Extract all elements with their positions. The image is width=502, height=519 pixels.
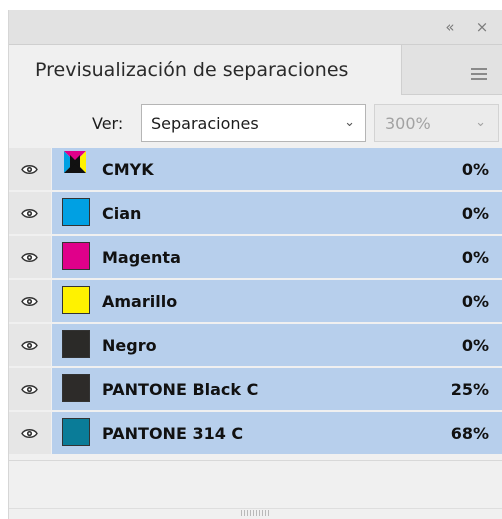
visibility-toggle[interactable] [9, 236, 51, 278]
eye-icon [21, 209, 38, 218]
list-footer-divider [9, 460, 502, 461]
visibility-toggle[interactable] [9, 192, 51, 234]
color-swatch [62, 242, 90, 270]
cmyk-swatch-icon [64, 151, 86, 173]
panel-tab[interactable]: Previsualización de separaciones [9, 45, 402, 95]
separation-row-body[interactable]: Negro 0% [52, 324, 502, 366]
list-item[interactable]: PANTONE 314 C 68% [9, 412, 502, 454]
separation-row-body[interactable]: Magenta 0% [52, 236, 502, 278]
tab-bar-filler [402, 45, 502, 95]
separation-row-body[interactable]: PANTONE Black C 25% [52, 368, 502, 410]
color-swatch [62, 418, 90, 446]
separation-name: Magenta [102, 248, 181, 267]
eye-icon [21, 341, 38, 350]
panel-bottom-divider [9, 508, 502, 509]
eye-icon [21, 385, 38, 394]
eye-icon [21, 253, 38, 262]
panel-title: Previsualización de separaciones [35, 59, 349, 81]
list-item[interactable]: Negro 0% [9, 324, 502, 366]
color-swatch [62, 330, 90, 358]
view-label: Ver: [92, 114, 124, 133]
eye-icon [21, 165, 38, 174]
color-swatch [62, 286, 90, 314]
color-swatch [62, 198, 90, 226]
view-select[interactable]: Separaciones ⌄ [141, 104, 366, 142]
close-icon[interactable]: × [471, 16, 493, 38]
zoom-value: 300% [385, 114, 431, 133]
separation-row-body[interactable]: Amarillo 0% [52, 280, 502, 322]
separation-percent: 68% [450, 424, 489, 443]
list-item[interactable]: Amarillo 0% [9, 280, 502, 322]
visibility-toggle[interactable] [9, 280, 51, 322]
separation-percent: 0% [461, 336, 489, 355]
list-item[interactable]: Magenta 0% [9, 236, 502, 278]
separations-preview-panel: « × Previsualización de separaciones Ver… [8, 10, 502, 519]
chevron-down-icon: ⌄ [475, 115, 486, 130]
visibility-toggle[interactable] [9, 324, 51, 366]
separation-name: PANTONE Black C [102, 380, 259, 399]
zoom-select[interactable]: 300% ⌄ [374, 104, 499, 142]
separation-percent: 0% [461, 248, 489, 267]
separations-list: CMYK 0% Cian 0% Magenta 0% Amarillo 0% Negro 0% PA… [9, 148, 502, 456]
panel-titlebar[interactable]: « × [9, 10, 502, 45]
visibility-toggle[interactable] [9, 368, 51, 410]
separation-row-body[interactable]: Cian 0% [52, 192, 502, 234]
separation-name: Negro [102, 336, 157, 355]
separation-name: CMYK [102, 160, 154, 179]
eye-icon [21, 297, 38, 306]
chevron-down-icon: ⌄ [344, 115, 355, 130]
separation-name: PANTONE 314 C [102, 424, 244, 443]
separation-name: Cian [102, 204, 142, 223]
color-swatch [62, 374, 90, 402]
separation-percent: 25% [450, 380, 489, 399]
separation-percent: 0% [461, 204, 489, 223]
separation-name: Amarillo [102, 292, 178, 311]
visibility-toggle[interactable] [9, 148, 51, 190]
list-item[interactable]: PANTONE Black C 25% [9, 368, 502, 410]
double-chevron-left-icon[interactable]: « [439, 16, 461, 38]
resize-grip[interactable] [241, 510, 269, 516]
hamburger-menu-icon[interactable] [471, 68, 487, 80]
separation-row-body[interactable]: CMYK 0% [52, 148, 502, 190]
list-item[interactable]: Cian 0% [9, 192, 502, 234]
separation-row-body[interactable]: PANTONE 314 C 68% [52, 412, 502, 454]
eye-icon [21, 429, 38, 438]
view-select-value: Separaciones [151, 114, 259, 133]
separation-percent: 0% [461, 292, 489, 311]
separation-percent: 0% [461, 160, 489, 179]
visibility-toggle[interactable] [9, 412, 51, 454]
list-item[interactable]: CMYK 0% [9, 148, 502, 190]
